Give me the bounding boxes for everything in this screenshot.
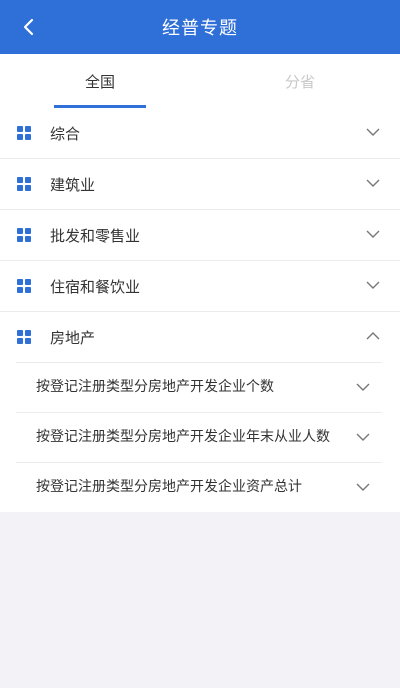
chevron-down-icon — [366, 178, 380, 188]
chevron-down-icon — [356, 382, 370, 392]
category-row-wholesale-retail[interactable]: 批发和零售业 — [0, 209, 400, 260]
sublist-item-enterprise-count[interactable]: 按登记注册类型分房地产开发企业个数 — [16, 362, 382, 412]
category-row-comprehensive[interactable]: 综合 — [0, 108, 400, 158]
grid-icon — [17, 177, 31, 191]
category-label: 房地产 — [50, 328, 96, 347]
app-header: 经普专题 — [0, 0, 400, 54]
chevron-down-icon — [366, 127, 380, 137]
page-title: 经普专题 — [162, 18, 238, 39]
sublist-item-label: 按登记注册类型分房地产开发企业资产总计 — [36, 479, 302, 495]
real-estate-sublist: 按登记注册类型分房地产开发企业个数 按登记注册类型分房地产开发企业年末从业人数 … — [0, 362, 400, 512]
category-row-real-estate[interactable]: 房地产 — [0, 311, 400, 362]
grid-icon — [17, 126, 31, 140]
chevron-down-icon — [366, 280, 380, 290]
tab-national[interactable]: 全国 — [0, 54, 200, 108]
chevron-left-icon — [23, 18, 34, 36]
sublist-item-employee-count[interactable]: 按登记注册类型分房地产开发企业年末从业人数 — [16, 412, 382, 462]
grid-icon — [17, 279, 31, 293]
chevron-down-icon — [356, 432, 370, 442]
category-label: 住宿和餐饮业 — [50, 277, 141, 296]
back-button[interactable] — [14, 13, 44, 41]
region-tabs: 全国 分省 — [0, 54, 400, 108]
sublist-item-label: 按登记注册类型分房地产开发企业个数 — [36, 379, 274, 395]
sublist-item-total-assets[interactable]: 按登记注册类型分房地产开发企业资产总计 — [16, 462, 382, 512]
grid-icon — [17, 330, 31, 344]
chevron-down-icon — [366, 229, 380, 239]
category-list: 综合 建筑业 批发和零售业 住宿和餐饮业 房地产 按登记注册类型分房地产开发企业… — [0, 108, 400, 512]
tab-province[interactable]: 分省 — [200, 54, 400, 108]
grid-icon — [17, 228, 31, 242]
category-row-construction[interactable]: 建筑业 — [0, 158, 400, 209]
category-label: 建筑业 — [50, 175, 96, 194]
category-label: 综合 — [50, 124, 81, 143]
chevron-down-icon — [356, 482, 370, 492]
category-label: 批发和零售业 — [50, 226, 141, 245]
sublist-item-label: 按登记注册类型分房地产开发企业年末从业人数 — [36, 429, 330, 445]
chevron-up-icon — [366, 331, 380, 341]
category-row-accommodation-catering[interactable]: 住宿和餐饮业 — [0, 260, 400, 311]
